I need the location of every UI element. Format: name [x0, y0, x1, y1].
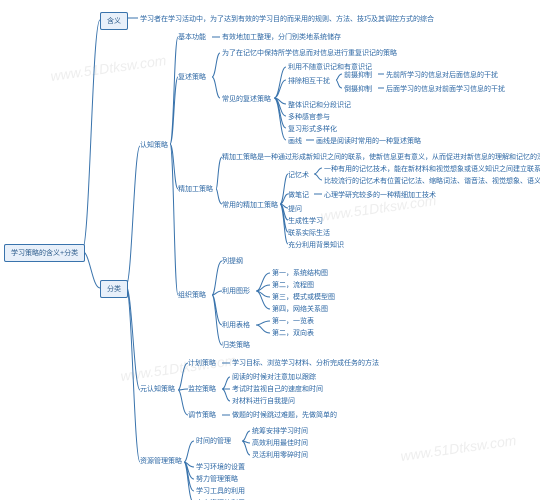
node-metacog: 元认知策略: [140, 384, 175, 394]
leaf-zz4: 归类策略: [222, 340, 250, 350]
leaf-zy3: 努力管理策略: [196, 474, 238, 484]
leaf-zz1: 列提纲: [222, 256, 243, 266]
node-meaning: 含义: [100, 12, 128, 30]
leaf-jj1t: 一种有用的记忆技术，能在新材料和视觉想象或语义知识之间建立联系: [324, 164, 540, 174]
text-rehearsal: 为了在记忆中保持所学信息而对信息进行重复识记的策略: [222, 48, 397, 58]
text-elaboration: 精加工策略是一种通过形成新知识之间的联系，使新信息更有意义，从而促进对新信息的理…: [222, 152, 540, 162]
leaf-zy1: 时间的管理: [196, 436, 231, 446]
node-adjust: 调节策略: [188, 410, 216, 420]
leaf-zz2d: 第四，网络关系图: [272, 304, 328, 314]
text-basic: 有效地加工整理，分门别类地系统储存: [222, 32, 341, 42]
node-basic: 基本功能: [178, 32, 206, 42]
text-adjust: 做题的时候跳过难题，先做简单的: [232, 410, 337, 420]
leaf-jj2t: 心理学研究较多的一种精细加工技术: [324, 190, 436, 200]
node-organize: 组织策略: [178, 290, 206, 300]
node-elaboration: 精加工策略: [178, 184, 213, 194]
leaf-jka: 阅读的时候对注意加以跟踪: [232, 372, 316, 382]
node-cognitive: 认知策略: [140, 140, 168, 150]
leaf-zz2a: 第一，系统结构图: [272, 268, 328, 278]
root-node: 学习策略的含义+分类: [4, 244, 85, 262]
leaf-jkb: 考试时监视自己的速度和时间: [232, 384, 323, 394]
leaf-zy4: 学习工具的利用: [196, 486, 245, 496]
leaf-fs5: 复习形式多样化: [288, 124, 337, 134]
node-resource: 资源管理策略: [140, 456, 182, 466]
leaf-jj2: 做笔记: [288, 190, 309, 200]
leaf-jkc: 对材料进行自我提问: [232, 396, 295, 406]
leaf-jj1: 记忆术: [288, 170, 309, 180]
leaf-jj1a: 比较流行的记忆术有位置记忆法、缩略词法、谐音法、视觉想象、语义联想、关键词法: [324, 176, 540, 186]
node-rehearsal-common: 常见的复述策略: [222, 94, 271, 104]
leaf-jj6: 充分利用背景知识: [288, 240, 344, 250]
leaf-jj5: 联系实际生活: [288, 228, 330, 238]
leaf-zz3b: 第二，双向表: [272, 328, 314, 338]
leaf-jj3: 提问: [288, 204, 302, 214]
leaf-fs2a: 前摄抑制: [344, 70, 372, 80]
leaf-zz2b: 第二，流程图: [272, 280, 314, 290]
text-plan: 学习目标、浏览学习材料、分析完成任务的方法: [232, 358, 379, 368]
node-monitor: 监控策略: [188, 384, 216, 394]
leaf-zy1a: 统筹安排学习时间: [252, 426, 308, 436]
leaf-zz2c: 第三，模式或模型图: [272, 292, 335, 302]
leaf-fs2at: 先前所学习的信息对后面信息的干扰: [386, 70, 498, 80]
leaf-zy1b: 高效利用最佳时间: [252, 438, 308, 448]
leaf-zy2: 学习环境的设置: [196, 462, 245, 472]
node-plan: 计划策略: [188, 358, 216, 368]
node-classify: 分类: [100, 280, 128, 298]
leaf-fs6: 画线: [288, 136, 302, 146]
leaf-zz3: 利用表格: [222, 320, 250, 330]
leaf-zy1c: 灵活利用零碎时间: [252, 450, 308, 460]
leaf-fs2: 排除相互干扰: [288, 76, 330, 86]
leaf-fs3: 整体识记和分段识记: [288, 100, 351, 110]
leaf-jj4: 生成性学习: [288, 216, 323, 226]
leaf-fs6t: 画线是阅读时常用的一种复述策略: [316, 136, 421, 146]
leaf-zz2: 利用图形: [222, 286, 250, 296]
leaf-zz3a: 第一，一览表: [272, 316, 314, 326]
node-rehearsal: 复述策略: [178, 72, 206, 82]
leaf-fs4: 多种感官参与: [288, 112, 330, 122]
node-elaboration-common: 常用的精加工策略: [222, 200, 278, 210]
text-meaning: 学习者在学习活动中，为了达到有效的学习目的而采用的规则、方法、技巧及其调控方式的…: [140, 14, 434, 24]
leaf-fs2b: 倒摄抑制: [344, 84, 372, 94]
leaf-fs2bt: 后面学习的信息对前面学习信息的干扰: [386, 84, 505, 94]
